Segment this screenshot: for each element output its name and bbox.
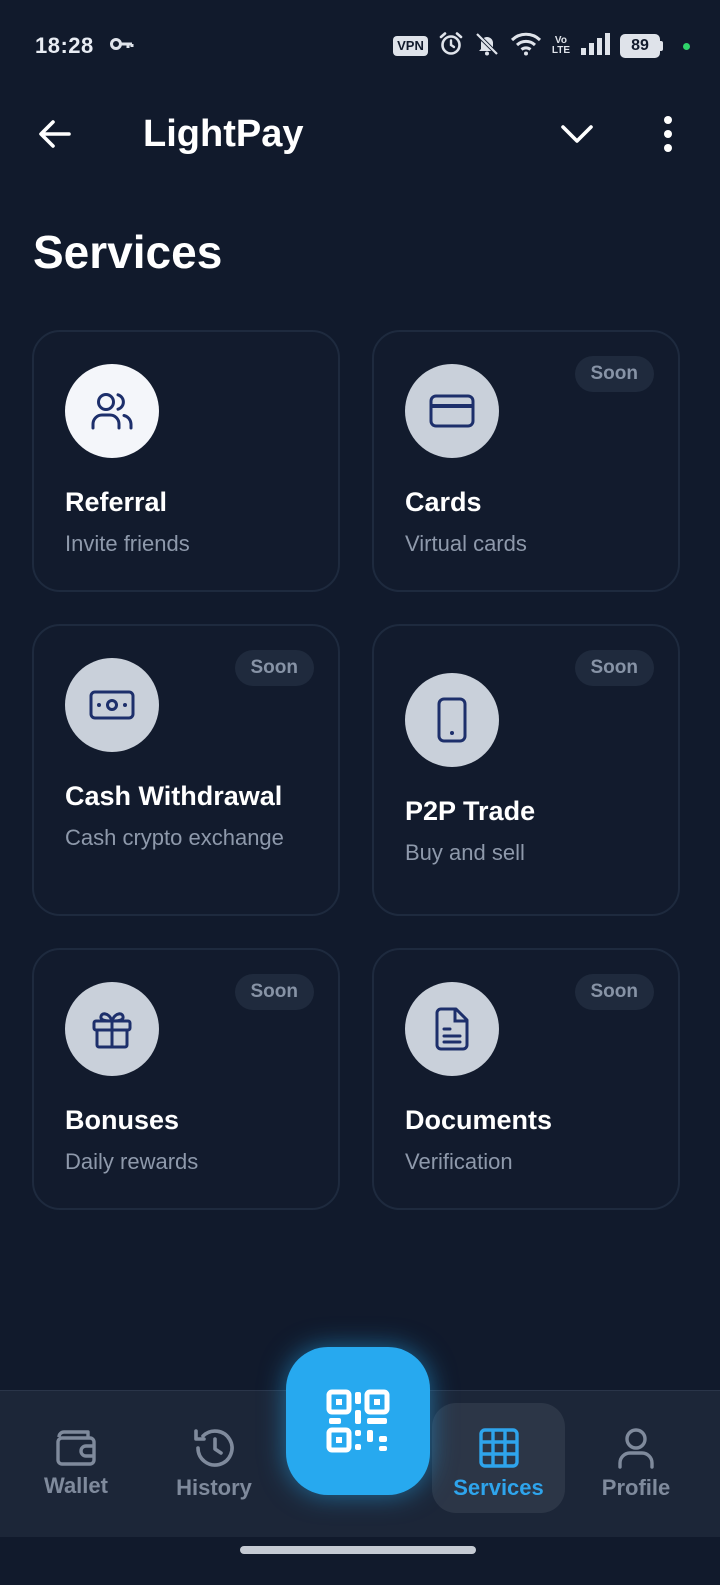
soon-badge: Soon: [574, 650, 654, 686]
soon-badge: Soon: [234, 974, 314, 1010]
history-icon: [194, 1429, 234, 1467]
privacy-dot: [683, 42, 690, 50]
volte-indicator: Vo LTE: [552, 36, 570, 56]
nav-item-wallet[interactable]: Wallet: [11, 1403, 141, 1513]
card-subtitle: Buy and sell: [405, 840, 525, 865]
status-bar: 18:28 VPN Vo LTE 89: [0, 0, 720, 92]
nav-label: Wallet: [44, 1473, 108, 1498]
volte-bottom: LTE: [551, 45, 570, 56]
account-dropdown-button[interactable]: [552, 109, 602, 159]
card-subtitle: Virtual cards: [405, 531, 527, 556]
key-icon: [109, 37, 134, 56]
chevron-down-icon: [561, 125, 593, 143]
card-title: P2P Trade: [405, 796, 536, 826]
card-title: Cards: [405, 487, 482, 517]
service-card-p2p-trade[interactable]: Soon P2P Trade Buy and sell: [372, 624, 680, 916]
signal-icon: [580, 32, 610, 61]
service-card-referral[interactable]: Referral Invite friends: [32, 330, 340, 592]
card-subtitle: Invite friends: [65, 531, 190, 556]
wifi-icon: [510, 32, 542, 61]
card-title: Referral: [65, 487, 168, 517]
service-card-bonuses[interactable]: Soon Bonuses Daily rewards: [32, 948, 340, 1210]
card-subtitle: Verification: [405, 1149, 513, 1174]
nav-item-services[interactable]: Services: [432, 1403, 565, 1513]
documents-icon-circle: [405, 982, 499, 1076]
smartphone-icon: [437, 697, 467, 743]
user-icon: [618, 1428, 654, 1469]
status-time: 18:28: [35, 33, 94, 58]
card-title: Bonuses: [65, 1105, 180, 1135]
card-subtitle: Daily rewards: [65, 1149, 199, 1174]
bell-off-icon: [474, 31, 500, 62]
qr-code-icon: [326, 1389, 390, 1453]
soon-badge: Soon: [574, 974, 654, 1010]
cards-icon-circle: [405, 364, 499, 458]
credit-card-icon: [429, 394, 475, 428]
more-vertical-icon: [664, 116, 672, 152]
service-card-cash-withdrawal[interactable]: Soon Cash Withdrawal Cash crypto exchang…: [32, 624, 340, 916]
nav-label: Services: [453, 1475, 544, 1500]
arrow-left-icon: [39, 120, 71, 148]
vpn-badge: VPN: [393, 36, 428, 56]
wallet-icon: [56, 1430, 96, 1466]
banknote-icon: [89, 690, 135, 720]
nav-label: Profile: [601, 1475, 671, 1500]
more-menu-button[interactable]: [648, 109, 688, 159]
referral-icon-circle: [65, 364, 159, 458]
bonuses-icon-circle: [65, 982, 159, 1076]
users-icon: [91, 393, 133, 430]
soon-badge: Soon: [574, 356, 654, 392]
gift-icon: [92, 1012, 132, 1049]
back-button[interactable]: [30, 109, 80, 159]
nav-label: History: [176, 1475, 252, 1500]
cash-icon-circle: [65, 658, 159, 752]
alarm-icon: [438, 31, 464, 62]
p2p-icon-circle: [405, 673, 499, 767]
service-card-cards[interactable]: Soon Cards Virtual cards: [372, 330, 680, 592]
card-title: Cash Withdrawal: [65, 781, 283, 811]
nav-item-history[interactable]: History: [149, 1403, 279, 1513]
scan-qr-button[interactable]: [286, 1347, 430, 1495]
grid-icon: [478, 1428, 519, 1468]
home-indicator[interactable]: [240, 1546, 476, 1554]
card-subtitle: Cash crypto exchange: [65, 825, 284, 850]
document-icon: [435, 1007, 469, 1051]
card-title: Documents: [405, 1105, 553, 1135]
battery-level: 89: [620, 34, 660, 58]
nav-item-profile[interactable]: Profile: [571, 1403, 701, 1513]
soon-badge: Soon: [234, 650, 314, 686]
app-bar: LightPay: [0, 95, 720, 175]
service-card-documents[interactable]: Soon Documents Verification: [372, 948, 680, 1210]
app-title: LightPay: [143, 113, 304, 155]
battery-icon: 89: [620, 34, 663, 58]
page-title: Services: [33, 226, 223, 278]
